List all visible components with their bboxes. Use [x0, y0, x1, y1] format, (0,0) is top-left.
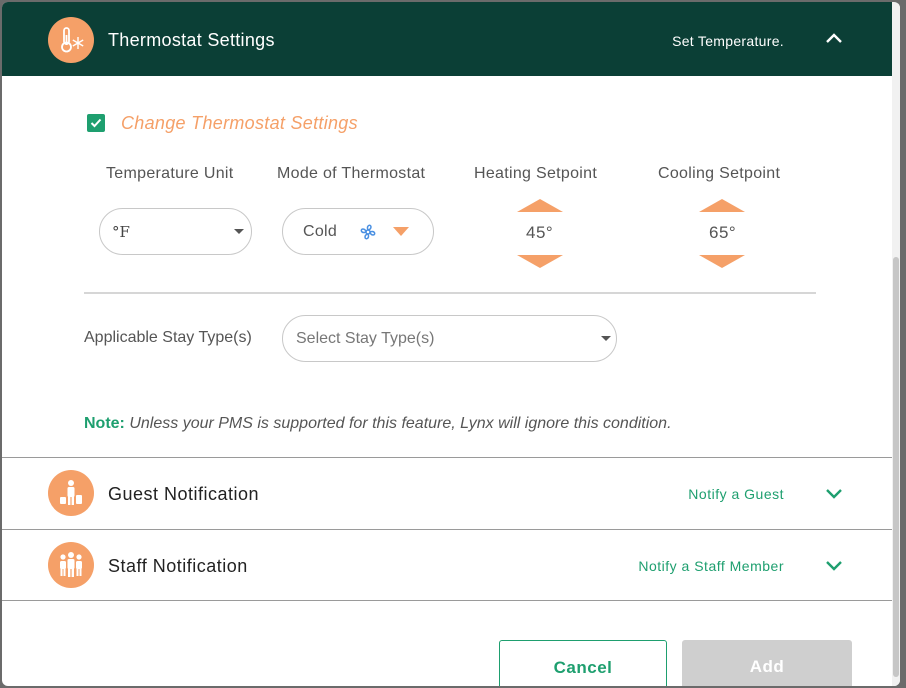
cooling-decrease-button[interactable]: [699, 255, 745, 268]
cooling-setpoint-label: Cooling Setpoint: [658, 165, 781, 182]
temperature-unit-select[interactable]: °F: [99, 208, 252, 255]
guest-notification-section[interactable]: Guest Notification Notify a Guest: [2, 457, 898, 529]
cooling-increase-button[interactable]: [699, 199, 745, 212]
add-button[interactable]: Add: [682, 640, 852, 686]
cooling-setpoint-value: 65°: [709, 223, 737, 242]
chevron-down-icon[interactable]: [824, 487, 844, 506]
heating-setpoint-value: 45°: [526, 223, 554, 242]
note-message: Unless your PMS is supported for this fe…: [124, 415, 672, 432]
thermostat-mode-value: Cold: [303, 223, 338, 240]
header-subtitle: Set Temperature.: [672, 33, 784, 49]
stay-type-label: Applicable Stay Type(s): [84, 329, 252, 346]
scrollbar-thumb[interactable]: [893, 257, 899, 677]
stay-type-select[interactable]: Select Stay Type(s): [282, 315, 617, 362]
stay-type-placeholder: Select Stay Type(s): [296, 330, 435, 347]
dropdown-arrow-icon: [601, 336, 611, 341]
cancel-button[interactable]: Cancel: [499, 640, 667, 686]
heating-decrease-button[interactable]: [517, 255, 563, 268]
staff-notification-section[interactable]: Staff Notification Notify a Staff Member: [2, 529, 898, 601]
orange-dropdown-arrow-icon: [393, 227, 409, 236]
thermostat-settings-header[interactable]: Thermostat Settings Set Temperature.: [2, 2, 898, 76]
note-text: Note: Unless your PMS is supported for t…: [84, 415, 672, 433]
heating-increase-button[interactable]: [517, 199, 563, 212]
staff-notification-title: Staff Notification: [108, 556, 248, 576]
divider: [84, 292, 816, 294]
change-settings-label[interactable]: Change Thermostat Settings: [121, 113, 358, 134]
checkmark-icon: [90, 118, 102, 128]
chevron-down-icon[interactable]: [824, 559, 844, 578]
dropdown-arrow-icon: [234, 229, 244, 234]
thermostat-mode-label: Mode of Thermostat: [277, 165, 426, 182]
staff-group-icon: [48, 542, 94, 588]
chevron-up-icon[interactable]: [824, 31, 844, 50]
guest-notification-title: Guest Notification: [108, 484, 260, 504]
guest-luggage-icon: [48, 470, 94, 516]
note-key: Note:: [84, 415, 125, 432]
staff-notification-subtitle: Notify a Staff Member: [638, 558, 784, 574]
change-settings-checkbox[interactable]: [87, 114, 105, 132]
thermometer-snowflake-icon: [48, 17, 94, 63]
guest-notification-subtitle: Notify a Guest: [688, 486, 784, 502]
header-title: Thermostat Settings: [108, 30, 275, 50]
heating-setpoint-label: Heating Setpoint: [474, 165, 598, 182]
scrollbar-track[interactable]: [892, 2, 900, 686]
fan-icon: [358, 222, 378, 247]
temperature-unit-label: Temperature Unit: [106, 165, 234, 182]
footer-divider: [2, 600, 898, 601]
thermostat-mode-select[interactable]: Cold: [282, 208, 434, 255]
thermostat-modal: Thermostat Settings Set Temperature. Cha…: [2, 2, 900, 686]
temperature-unit-value: °F: [112, 223, 130, 241]
